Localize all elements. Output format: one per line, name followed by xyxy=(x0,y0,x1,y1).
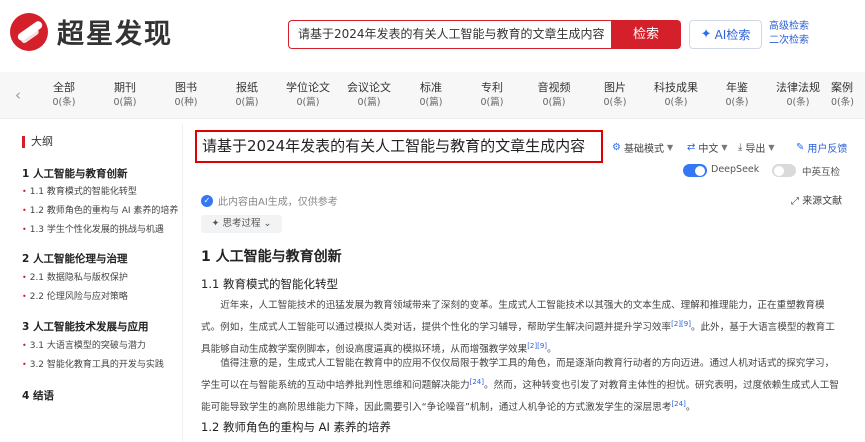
outline-item[interactable]: • 2.2 伦理风险与应对策略 xyxy=(22,289,128,302)
mode-label: 基础模式 xyxy=(623,144,664,155)
language-select[interactable]: ⇄ 中文 ▼ xyxy=(687,140,728,155)
check-icon: ✓ xyxy=(201,194,213,207)
mode-select[interactable]: ⚙ 基础模式 ▼ xyxy=(612,140,673,155)
logo[interactable]: 超星发现 xyxy=(10,12,173,51)
category-tab[interactable]: 年鉴 0(条) xyxy=(709,80,765,110)
page-title: 请基于2024年发表的有关人工智能与教育的文章生成内容 xyxy=(195,130,603,163)
mode-icon: ⚙ xyxy=(612,142,621,153)
category-tab[interactable]: 案例 0(条) xyxy=(831,80,865,110)
category-tab[interactable]: 图书 0(种) xyxy=(158,80,214,110)
chevron-down-icon: ▼ xyxy=(721,143,728,152)
search-links: 高级检索 二次检索 xyxy=(769,20,809,48)
ai-search-button[interactable]: ✦ AI检索 xyxy=(689,20,762,49)
paragraph: 近年来，人工智能技术的迅猛发展为教育领域带来了深刻的变革。生成式人工智能技术以其… xyxy=(201,300,835,356)
outline-item[interactable]: • 1.3 学生个性化发展的挑战与机遇 xyxy=(22,222,164,235)
outline-item[interactable]: • 2.1 数据隐私与版权保护 xyxy=(22,270,128,283)
subsection-heading: 1.1 教育模式的智能化转型 xyxy=(201,277,338,291)
chevron-left-icon[interactable]: ‹ xyxy=(15,86,21,104)
ai-disclaimer: ✓ 此内容由AI生成，仅供参考 xyxy=(201,193,338,208)
section-heading: 1 人工智能与教育创新 xyxy=(201,249,342,265)
ai-disclaimer-text: 此内容由AI生成，仅供参考 xyxy=(218,197,338,208)
subsection-heading: 1.2 教师角色的重构与 AI 素养的培养 xyxy=(201,420,392,434)
citation-link[interactable]: [2][9] xyxy=(671,320,691,328)
category-tab[interactable]: 会议论文 0(篇) xyxy=(341,80,397,110)
sparkle-icon: ✦ xyxy=(700,27,712,42)
outline-heading[interactable]: 1 人工智能与教育创新 xyxy=(22,166,127,181)
ai-search-label: AI检索 xyxy=(714,28,751,42)
sparkle-icon: ✦ xyxy=(211,218,223,229)
logo-icon xyxy=(10,12,48,51)
category-tab[interactable]: 学位论文 0(篇) xyxy=(280,80,336,110)
language-label: 中文 xyxy=(698,144,719,155)
bilingual-toggle[interactable] xyxy=(772,164,796,177)
outline-heading[interactable]: 4 结语 xyxy=(22,388,54,403)
export-select[interactable]: ⤓ 导出 ▼ xyxy=(738,140,775,155)
thinking-process-button[interactable]: ✦ 思考过程 ⌄ xyxy=(201,215,282,233)
outline-heading[interactable]: 2 人工智能伦理与治理 xyxy=(22,251,127,266)
export-icon: ⤓ xyxy=(738,142,743,153)
outline-sidebar: 大纲 1 人工智能与教育创新 • 1.1 教育模式的智能化转型 • 1.2 教师角色… xyxy=(12,124,183,442)
category-tab[interactable]: 标准 0(篇) xyxy=(403,80,459,110)
category-tab[interactable]: 期刊 0(篇) xyxy=(97,80,153,110)
category-tab[interactable]: 音视频 0(篇) xyxy=(526,80,582,110)
export-label: 导出 xyxy=(745,144,766,155)
category-tab[interactable]: 专利 0(篇) xyxy=(464,80,520,110)
bilingual-label: 中英互检 xyxy=(802,167,841,178)
secondary-search-link[interactable]: 二次检索 xyxy=(769,34,809,48)
citation-link[interactable]: [2][9] xyxy=(527,342,547,350)
outline-item[interactable]: • 1.2 教师角色的重构与 AI 素养的培养 xyxy=(22,203,178,216)
translate-icon: ⇄ xyxy=(687,142,696,153)
citation-link[interactable]: [24] xyxy=(671,400,685,408)
outline-heading[interactable]: 3 人工智能技术发展与应用 xyxy=(22,319,148,334)
paragraph: 值得注意的是，生成式人工智能在教育中的应用不仅仅局限于教学工具的角色，而是逐渐向… xyxy=(201,358,839,414)
main-content: 请基于2024年发表的有关人工智能与教育的文章生成内容 ⚙ 基础模式 ▼ ⇄ 中… xyxy=(184,119,865,442)
category-tab[interactable]: 科技成果 0(条) xyxy=(648,80,704,110)
user-icon: ✎ xyxy=(796,142,805,153)
category-tab[interactable]: 报纸 0(篇) xyxy=(219,80,275,110)
outline-item[interactable]: • 3.1 大语言模型的突破与潜力 xyxy=(22,338,146,351)
outline-title: 大纲 xyxy=(22,136,53,148)
category-tab[interactable]: 图片 0(条) xyxy=(587,80,643,110)
chevron-down-icon: ▼ xyxy=(768,143,775,152)
header: 超星发现 请基于2024年发表的有关人工智能与教育的文章生成内容 检索 ✦ AI… xyxy=(0,0,865,72)
deepseek-label: DeepSeek xyxy=(711,164,760,175)
deepseek-toggle[interactable] xyxy=(683,164,707,177)
feedback-button[interactable]: ✎ 用户反馈 xyxy=(796,140,847,155)
source-literature-link[interactable]: ⤢ 来源文献 xyxy=(791,192,842,207)
search-input[interactable]: 请基于2024年发表的有关人工智能与教育的文章生成内容 xyxy=(288,20,612,49)
outline-item[interactable]: • 1.1 教育模式的智能化转型 xyxy=(22,184,137,197)
category-tab[interactable]: 法律法规 0(条) xyxy=(770,80,826,110)
chevron-down-icon: ⌄ xyxy=(260,218,272,229)
outline-item[interactable]: • 3.2 智能化教育工具的开发与实践 xyxy=(22,357,164,370)
expand-icon: ⤢ xyxy=(791,196,803,207)
category-bar: ‹ 全部 0(条) 期刊 0(篇) 图书 0(种) 报纸 0(篇) 学位论文 0(篇) 会… xyxy=(0,72,865,119)
brand-name: 超星发现 xyxy=(57,19,173,50)
search-button[interactable]: 检索 xyxy=(611,20,681,49)
advanced-search-link[interactable]: 高级检索 xyxy=(769,20,809,34)
chevron-down-icon: ▼ xyxy=(666,143,674,152)
citation-link[interactable]: [24] xyxy=(470,378,484,386)
feedback-label: 用户反馈 xyxy=(807,144,848,155)
category-tab[interactable]: 全部 0(条) xyxy=(36,80,92,110)
